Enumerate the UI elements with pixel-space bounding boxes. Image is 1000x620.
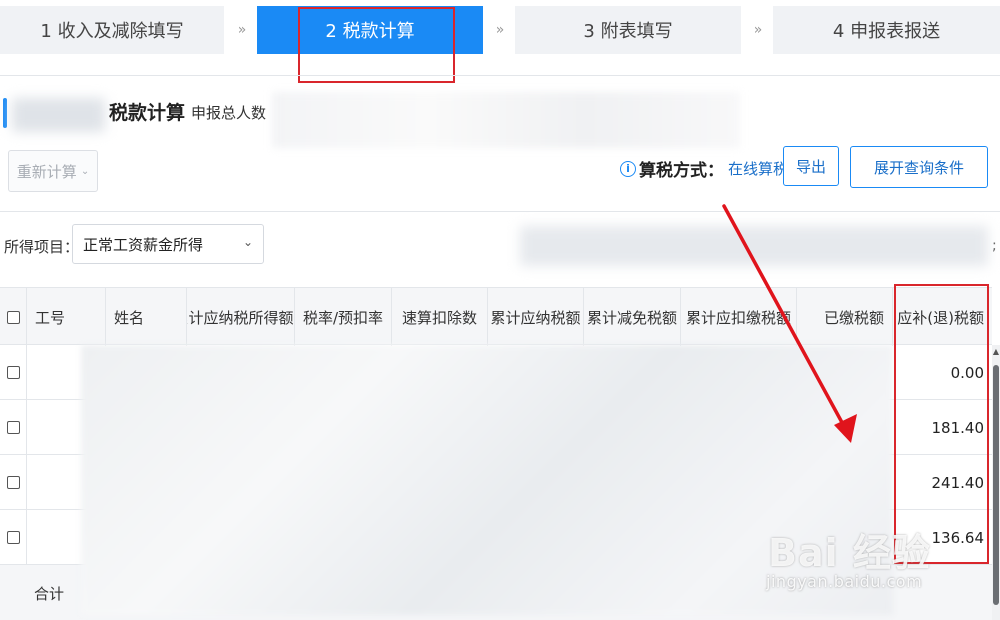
col-cum-tax-withheld[interactable]: 累计应扣缴税额 <box>681 288 797 346</box>
row-checkbox[interactable] <box>6 366 20 379</box>
col-rate[interactable]: 税率/预扣率 <box>295 288 392 346</box>
row-checkbox-cell <box>0 455 27 510</box>
table-scrollbar[interactable]: ▲ <box>992 345 1000 620</box>
step-separator-icon: » <box>753 22 763 38</box>
step-separator-icon: » <box>495 22 505 38</box>
row-checkbox-cell <box>0 510 27 565</box>
calc-mode-value[interactable]: 在线算税 <box>728 158 788 179</box>
expand-query-button[interactable]: 展开查询条件 <box>850 146 988 188</box>
col-name[interactable]: 姓名 <box>106 288 187 346</box>
col-quick-deduction[interactable]: 速算扣除数 <box>392 288 488 346</box>
col-cum-taxable-income-label: 累计应纳税所得额 <box>187 308 294 327</box>
steps-bar: 1 收入及减除填写 » 2 税款计算 » 3 附表填写 » 4 申报表报送 <box>0 0 1000 62</box>
tax-due-refund-cell: 241.40 <box>931 473 985 492</box>
redacted-summary <box>272 92 740 148</box>
chevron-down-icon: ⌄ <box>242 235 253 249</box>
declare-count-label: 申报总人数 <box>191 104 267 122</box>
row-checkbox-cell <box>0 400 27 455</box>
step-income[interactable]: 1 收入及减除填写 <box>0 6 224 54</box>
recalculate-button[interactable]: 重新计算 ⌄ <box>8 150 98 192</box>
tax-due-refund-cell: 181.40 <box>931 418 985 437</box>
redacted-filter-info <box>520 226 988 266</box>
baidu-watermark: Bai 经验 jingyan.baidu.com <box>748 508 948 598</box>
chevron-down-icon: ⌄ <box>80 165 90 177</box>
divider <box>0 75 1000 76</box>
recalculate-label: 重新计算 <box>16 162 77 181</box>
col-cum-taxable-income[interactable]: 累计应纳税所得额 <box>187 288 295 346</box>
total-label: 合计 <box>34 585 65 603</box>
col-emp-no[interactable]: 工号 <box>27 288 106 346</box>
filter-trailing: ; <box>992 238 997 254</box>
select-all-checkbox[interactable] <box>6 310 20 324</box>
select-all-cell <box>0 288 27 346</box>
row-checkbox[interactable] <box>6 421 20 434</box>
income-type-select[interactable]: 正常工资薪金所得 ⌄ <box>72 224 264 264</box>
row-checkbox-cell <box>0 345 27 400</box>
col-tax-paid[interactable]: 已缴税额 <box>797 288 893 346</box>
row-checkbox[interactable] <box>6 476 20 489</box>
calc-mode-label: 算税方式： <box>639 161 724 181</box>
step-attachment[interactable]: 3 附表填写 <box>515 6 741 54</box>
step-submit[interactable]: 4 申报表报送 <box>773 6 1000 54</box>
col-tax-due-refund[interactable]: 应补(退)税额 <box>893 288 992 346</box>
export-button[interactable]: 导出 <box>783 146 839 186</box>
income-type-label: 所得项目： <box>4 238 80 256</box>
section-marker <box>3 98 7 128</box>
page-title: 税款计算 <box>109 102 186 124</box>
col-cum-tax-payable[interactable]: 累计应纳税额 <box>488 288 584 346</box>
income-type-value: 正常工资薪金所得 <box>83 235 204 254</box>
table-header: 工号 姓名 累计应纳税所得额 税率/预扣率 速算扣除数 累计应纳税额 累计减免税… <box>0 287 992 346</box>
col-cum-tax-relief[interactable]: 累计减免税额 <box>584 288 681 346</box>
watermark-url: jingyan.baidu.com <box>766 572 923 591</box>
calc-mode: i 算税方式： 在线算税 <box>620 156 788 181</box>
step-tax-calc[interactable]: 2 税款计算 <box>257 6 483 54</box>
redacted-company-name <box>12 98 105 132</box>
tax-due-refund-cell: 0.00 <box>950 363 984 382</box>
info-icon[interactable]: i <box>620 160 636 177</box>
watermark-logo: Bai 经验 <box>768 531 931 575</box>
row-checkbox[interactable] <box>6 531 20 544</box>
divider <box>0 211 1000 212</box>
scroll-up-icon[interactable]: ▲ <box>992 345 1000 359</box>
step-separator-icon: » <box>237 22 247 38</box>
scroll-thumb[interactable] <box>993 365 999 605</box>
